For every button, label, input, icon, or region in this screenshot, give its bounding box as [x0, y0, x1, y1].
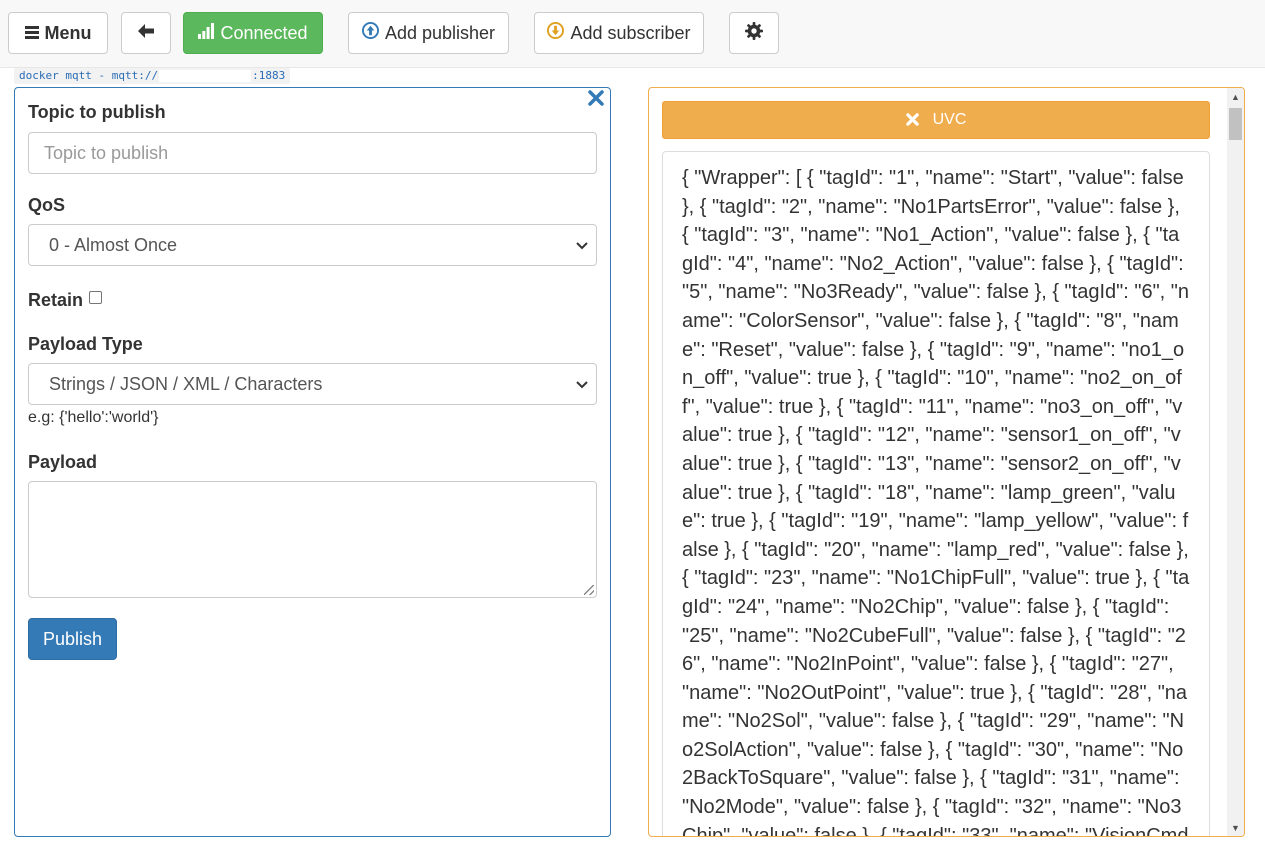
- chevron-down-icon: [576, 237, 588, 253]
- scroll-down-icon[interactable]: ▼: [1227, 819, 1244, 836]
- payload-hint: e.g: {'hello':'world'}: [28, 409, 159, 426]
- gear-icon: [745, 21, 763, 45]
- message-payload: { "Wrapper": [ { "tagId": "1", "name": "…: [682, 167, 1190, 837]
- topic-label: Topic to publish: [28, 102, 166, 122]
- subscriber-panel: UVC { "Wrapper": [ { "tagId": "1", "name…: [648, 87, 1245, 837]
- retain-label: Retain: [28, 290, 84, 310]
- connected-label: Connected: [220, 22, 308, 43]
- close-icon[interactable]: [905, 110, 919, 131]
- topic-input[interactable]: [28, 132, 597, 174]
- signal-icon: [198, 22, 215, 44]
- payload-type-select[interactable]: Strings / JSON / XML / Characters: [28, 363, 597, 405]
- scrollbar-thumb[interactable]: [1229, 108, 1242, 140]
- add-subscriber-button[interactable]: Add subscriber: [534, 12, 704, 54]
- subscriber-topic: UVC: [932, 111, 967, 128]
- subscriber-topic-header[interactable]: UVC: [662, 101, 1210, 139]
- connection-label: docker mqtt - mqtt:// :1883: [14, 68, 291, 84]
- back-button[interactable]: [121, 12, 171, 54]
- scroll-up-icon[interactable]: ▲: [1227, 88, 1244, 105]
- add-publisher-label: Add publisher: [384, 22, 496, 43]
- message-box: { "Wrapper": [ { "tagId": "1", "name": "…: [662, 151, 1210, 837]
- top-toolbar: Menu Connected Add publisher Add subscri…: [0, 0, 1265, 68]
- payload-textarea[interactable]: [28, 481, 597, 598]
- payload-label: Payload: [28, 452, 98, 472]
- payload-type-selected-value: Strings / JSON / XML / Characters: [49, 373, 323, 394]
- payload-type-label: Payload Type: [28, 334, 143, 354]
- menu-button[interactable]: Menu: [8, 12, 108, 54]
- menu-label: Menu: [44, 22, 92, 43]
- settings-button[interactable]: [729, 12, 779, 54]
- arrow-circle-down-icon: [547, 22, 565, 44]
- arrow-left-icon: [137, 23, 155, 44]
- add-subscriber-label: Add subscriber: [570, 22, 691, 43]
- hamburger-icon: [24, 23, 39, 44]
- connection-port: :1883: [252, 69, 286, 82]
- chevron-down-icon: [576, 376, 588, 392]
- qos-label: QoS: [28, 195, 66, 215]
- redacted-host: [159, 70, 252, 82]
- close-icon[interactable]: [588, 88, 604, 109]
- scrollbar[interactable]: ▲ ▼: [1227, 88, 1244, 836]
- publish-button[interactable]: Publish: [28, 618, 117, 660]
- retain-checkbox[interactable]: [89, 291, 102, 304]
- publisher-panel: Topic to publish QoS 0 - Almost Once Ret…: [14, 87, 611, 837]
- qos-selected-value: 0 - Almost Once: [49, 234, 178, 255]
- connected-button[interactable]: Connected: [183, 12, 323, 54]
- arrow-circle-up-icon: [361, 22, 379, 44]
- connection-prefix: docker mqtt - mqtt://: [19, 69, 159, 82]
- add-publisher-button[interactable]: Add publisher: [348, 12, 509, 54]
- qos-select[interactable]: 0 - Almost Once: [28, 224, 597, 266]
- resize-handle[interactable]: [584, 585, 594, 595]
